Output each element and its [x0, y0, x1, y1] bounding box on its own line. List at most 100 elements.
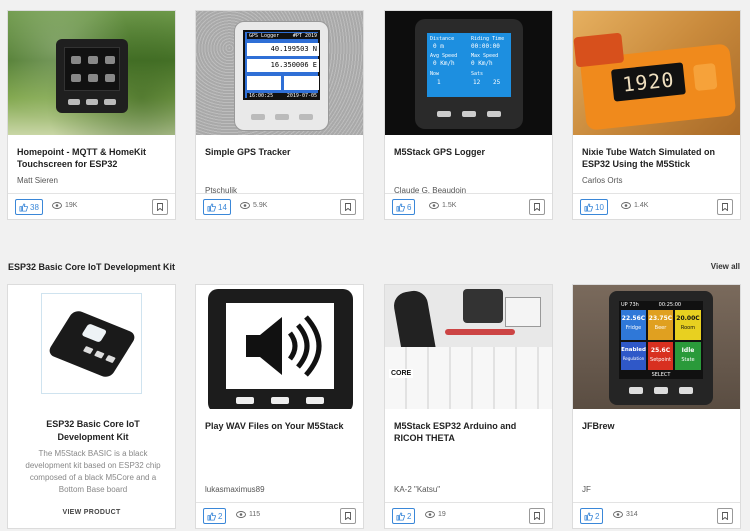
view-count: 1.5K: [429, 202, 456, 209]
components-image: [463, 289, 503, 323]
card-footer: 2 314: [573, 502, 740, 528]
view-all-link[interactable]: View all: [711, 262, 740, 271]
jfbrew-select: SELECT: [651, 372, 671, 378]
regulation-value: Enabled: [621, 347, 646, 353]
bookmark-icon: [157, 203, 163, 211]
like-count: 10: [595, 202, 604, 212]
bookmark-icon: [534, 203, 540, 211]
project-title[interactable]: M5Stack GPS Logger: [394, 146, 544, 158]
screen-footer-left: 16:00:25: [249, 93, 274, 99]
bookmark-button[interactable]: [529, 199, 545, 215]
project-thumbnail[interactable]: [196, 285, 363, 409]
screen-distance-value: 0 m: [433, 43, 444, 50]
project-title[interactable]: Nixie Tube Watch Simulated on ESP32 Usin…: [582, 146, 732, 170]
like-button[interactable]: 14: [203, 199, 231, 215]
screen-header-right: #PT 2019: [292, 33, 317, 39]
view-count: 1.4K: [621, 202, 648, 209]
thumbs-up-icon: [19, 202, 28, 212]
bookmark-button[interactable]: [340, 508, 356, 524]
thumbs-up-icon: [207, 202, 216, 212]
bookmark-icon: [722, 512, 728, 520]
view-count-value: 1.4K: [634, 202, 649, 209]
project-title[interactable]: JFBrew: [582, 420, 732, 432]
project-title[interactable]: M5Stack ESP32 Arduino and RICOH THETA: [394, 420, 544, 444]
project-thumbnail[interactable]: Distance Riding Time 0 m 00:00:00 Avg Sp…: [385, 11, 552, 135]
nixie-digits: 1920: [621, 67, 676, 97]
m5stack-device-image: UP 73h 00:25:00 22.56C Fridge 23.75C Bee…: [609, 291, 713, 405]
like-button[interactable]: 2: [392, 508, 416, 524]
thumbs-up-icon: [396, 511, 405, 521]
eye-icon: [613, 511, 623, 518]
project-card[interactable]: CORE M5Stack ESP32 Arduino and RICOH THE…: [384, 284, 553, 529]
project-card[interactable]: Homepoint - MQTT & HomeKit Touchscreen f…: [7, 10, 176, 220]
view-count: 115: [236, 511, 260, 518]
project-card[interactable]: Distance Riding Time 0 m 00:00:00 Avg Sp…: [384, 10, 553, 220]
project-thumbnail[interactable]: 1920: [573, 11, 740, 135]
view-count-value: 314: [626, 511, 638, 518]
product-description: The M5Stack BASIC is a black development…: [25, 449, 161, 494]
like-button[interactable]: 6: [392, 199, 416, 215]
thumbs-up-icon: [584, 202, 593, 212]
project-thumbnail[interactable]: UP 73h 00:25:00 22.56C Fridge 23.75C Bee…: [573, 285, 740, 409]
product-title[interactable]: ESP32 Basic Core IoT Development Kit: [18, 418, 168, 444]
bookmark-button[interactable]: [340, 199, 356, 215]
project-thumbnail[interactable]: GPS Logger #PT 2019 40.199503 N 16.35000…: [196, 11, 363, 135]
like-button[interactable]: 2: [203, 508, 227, 524]
m5stack-device-image: Distance Riding Time 0 m 00:00:00 Avg Sp…: [415, 19, 523, 129]
room-label: Room: [680, 325, 696, 331]
screen-header-left: GPS Logger: [249, 33, 280, 39]
project-thumbnail[interactable]: CORE: [385, 285, 552, 409]
card-footer: 2 19: [385, 502, 552, 528]
project-title[interactable]: Homepoint - MQTT & HomeKit Touchscreen f…: [17, 146, 167, 170]
card-footer: 10 1.4K: [573, 193, 740, 219]
m5stack-basic-image: [46, 308, 138, 380]
like-button[interactable]: 2: [580, 508, 604, 524]
thumbs-up-icon: [584, 511, 593, 521]
bookmark-icon: [534, 512, 540, 520]
project-card[interactable]: 1920 Nixie Tube Watch Simulated on ESP32…: [572, 10, 741, 220]
project-thumbnail[interactable]: [8, 11, 175, 135]
screen-now-label: Now: [430, 71, 440, 77]
project-card[interactable]: UP 73h 00:25:00 22.56C Fridge 23.75C Bee…: [572, 284, 741, 529]
like-count: 2: [218, 511, 223, 521]
view-count-value: 1.5K: [442, 202, 457, 209]
screen-now-value: 1: [437, 79, 441, 86]
like-button[interactable]: 38: [15, 199, 43, 215]
project-author[interactable]: Matt Sieren: [17, 176, 58, 185]
bookmark-icon: [722, 203, 728, 211]
project-author[interactable]: Carlos Orts: [582, 176, 622, 185]
bookmark-button[interactable]: [152, 199, 168, 215]
project-card[interactable]: Play WAV Files on Your M5Stack lukasmaxi…: [195, 284, 364, 529]
core-box-label: CORE: [389, 369, 414, 378]
product-image[interactable]: [41, 293, 142, 394]
like-button[interactable]: 10: [580, 199, 608, 215]
jfbrew-uptime: UP 73h: [621, 302, 639, 308]
screen-max-label: Max Speed: [471, 53, 499, 59]
project-card[interactable]: GPS Logger #PT 2019 40.199503 N 16.35000…: [195, 10, 364, 220]
project-author[interactable]: KA-2 "Katsu": [394, 485, 440, 494]
screen-longitude: 16.350006 E: [247, 59, 319, 72]
screen-avg-label: Avg Speed: [430, 53, 458, 59]
bookmark-button[interactable]: [717, 508, 733, 524]
view-count-value: 19: [438, 511, 446, 518]
screen-footer-right: 2019-07-05: [286, 93, 317, 99]
product-card[interactable]: ESP32 Basic Core IoT Development Kit The…: [7, 284, 176, 529]
project-title[interactable]: Simple GPS Tracker: [205, 146, 355, 158]
thumbs-up-icon: [207, 511, 216, 521]
view-product-link[interactable]: VIEW PRODUCT: [8, 509, 175, 516]
project-author[interactable]: lukasmaximus89: [205, 485, 265, 494]
eye-icon: [621, 202, 631, 209]
like-count: 38: [30, 202, 39, 212]
state-label: State: [681, 357, 695, 363]
m5stack-device-image: GPS Logger #PT 2019 40.199503 N 16.35000…: [234, 21, 329, 131]
fridge-temp: 22.56C: [621, 315, 646, 322]
m5stack-device-image: [208, 289, 353, 409]
like-count: 14: [218, 202, 227, 212]
bookmark-button[interactable]: [717, 199, 733, 215]
bookmark-button[interactable]: [529, 508, 545, 524]
like-count: 2: [407, 511, 412, 521]
screen-avg-value: 0 Km/h: [433, 60, 455, 67]
project-title[interactable]: Play WAV Files on Your M5Stack: [205, 420, 355, 432]
regulation-label: Regulation: [622, 356, 645, 361]
project-author[interactable]: JF: [582, 485, 591, 494]
